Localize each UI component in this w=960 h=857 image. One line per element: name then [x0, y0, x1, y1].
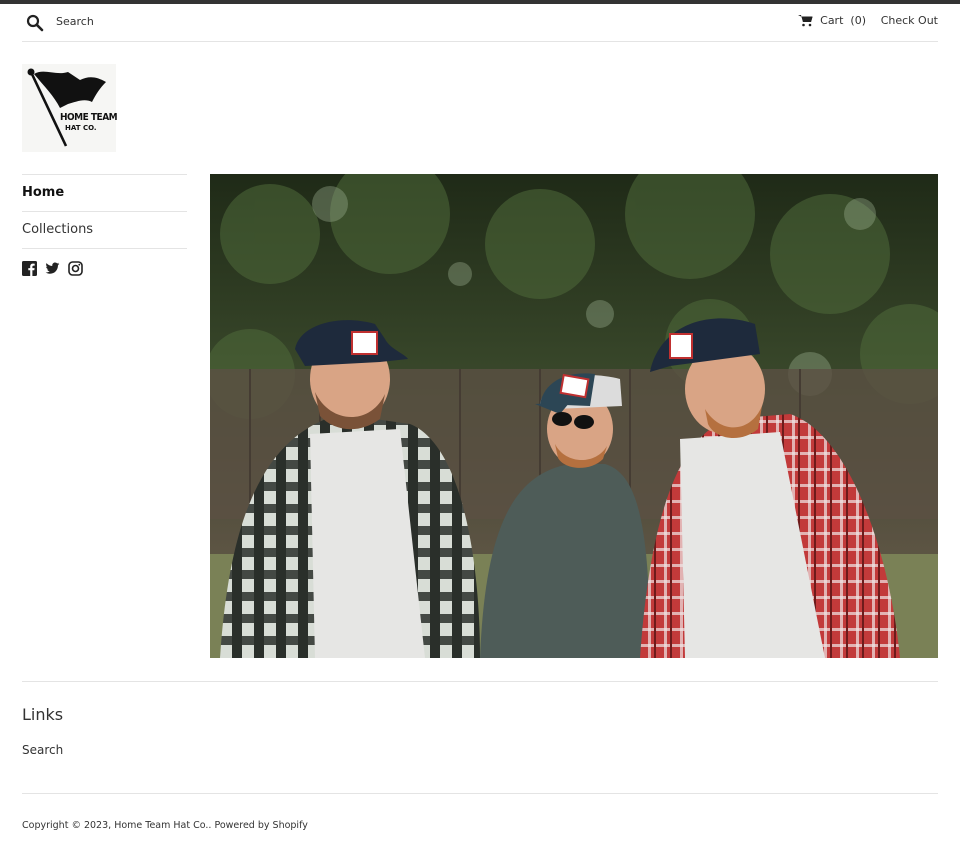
- footer-links-title: Links: [22, 705, 64, 724]
- hero-image[interactable]: [210, 174, 938, 658]
- copyright-prefix: Copyright © 2023,: [22, 820, 115, 831]
- checkout-link[interactable]: Check Out: [881, 14, 938, 27]
- search-icon[interactable]: [26, 14, 44, 32]
- cart-link[interactable]: Cart (0): [798, 14, 866, 27]
- cart-icon: [798, 14, 813, 27]
- powered-by-link[interactable]: Powered by Shopify: [214, 820, 307, 831]
- search-input[interactable]: [50, 11, 262, 31]
- hero-photo: [210, 174, 938, 658]
- sidebar-nav: Home Collections: [22, 174, 187, 249]
- flag-logo-icon: [27, 68, 106, 147]
- site-logo[interactable]: HOME TEAM HAT CO.: [22, 64, 118, 152]
- copyright: Copyright © 2023, Home Team Hat Co.. Pow…: [22, 820, 308, 831]
- facebook-icon[interactable]: [22, 261, 37, 276]
- logo-text-line2: HAT CO.: [65, 124, 97, 132]
- shop-name-link[interactable]: Home Team Hat Co.: [114, 820, 208, 831]
- footer-divider: [22, 681, 938, 682]
- twitter-icon[interactable]: [45, 261, 60, 276]
- cart-label: Cart: [820, 14, 844, 27]
- instagram-icon[interactable]: [68, 261, 83, 276]
- sidebar-item-home[interactable]: Home: [22, 174, 187, 211]
- sidebar-item-collections[interactable]: Collections: [22, 211, 187, 248]
- logo-text-line1: HOME TEAM: [60, 112, 118, 123]
- social-links: [22, 261, 83, 276]
- site-header: Cart (0) Check Out: [22, 4, 938, 42]
- cart-count: (0): [850, 14, 866, 27]
- footer-link-search[interactable]: Search: [22, 743, 63, 757]
- nav-divider: [22, 248, 187, 249]
- footer-divider-bottom: [22, 793, 938, 794]
